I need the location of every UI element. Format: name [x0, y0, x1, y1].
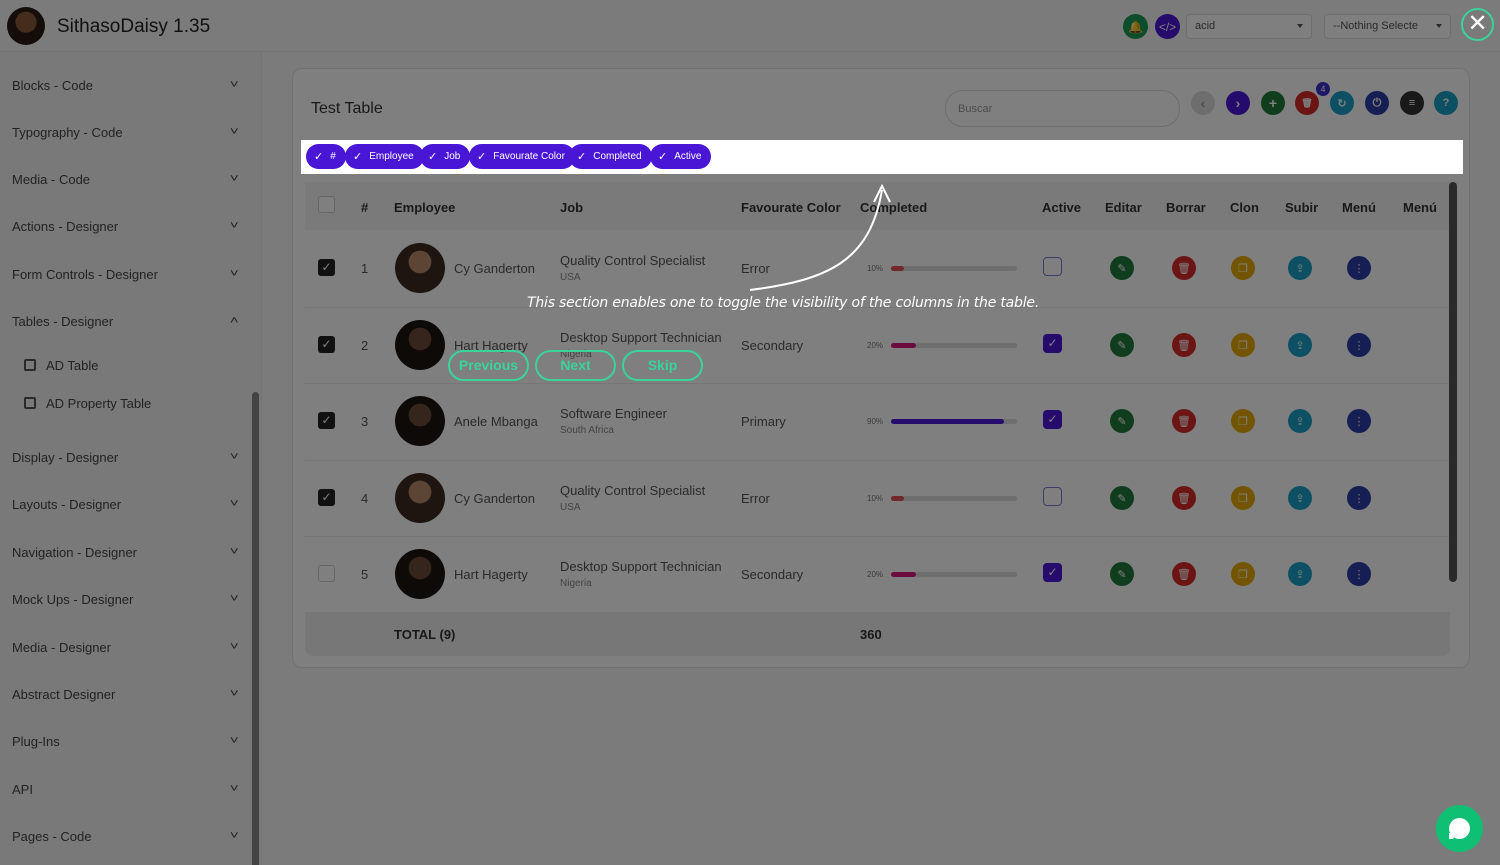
tour-overlay: [0, 0, 1500, 865]
chat-button[interactable]: [1436, 805, 1483, 852]
column-toggle-chip[interactable]: ✓ Job: [420, 144, 471, 169]
column-toggle-strip: ✓ # ✓ Employee ✓ Job ✓ Favourate Color ✓ Complete…: [301, 140, 1463, 174]
chip-label: Job: [444, 151, 461, 162]
chip-label: Completed: [593, 151, 642, 162]
tour-description: This section enables one to toggle the v…: [527, 295, 1040, 311]
tour-previous-button[interactable]: Previous: [448, 350, 529, 381]
chip-label: Employee: [369, 151, 414, 162]
column-toggle-chip[interactable]: ✓ Favourate Color: [469, 144, 575, 169]
column-toggle-chip[interactable]: ✓ Employee: [345, 144, 424, 169]
close-tour-button[interactable]: ✕: [1461, 8, 1494, 41]
check-icon: ✓: [353, 151, 363, 163]
column-toggle-chip[interactable]: ✓ #: [306, 144, 346, 169]
chip-label: #: [330, 151, 336, 162]
check-icon: ✓: [477, 151, 487, 163]
check-icon: ✓: [577, 151, 587, 163]
tour-skip-button[interactable]: Skip: [622, 350, 703, 381]
check-icon: ✓: [658, 151, 668, 163]
check-icon: ✓: [314, 151, 324, 163]
column-toggle-chip[interactable]: ✓ Active: [650, 144, 712, 169]
check-icon: ✓: [428, 151, 438, 163]
column-toggle-chip[interactable]: ✓ Completed: [569, 144, 652, 169]
chip-label: Active: [674, 151, 702, 162]
tour-next-button[interactable]: Next: [535, 350, 616, 381]
tour-arrow-icon: [749, 183, 891, 291]
chip-label: Favourate Color: [493, 151, 565, 162]
